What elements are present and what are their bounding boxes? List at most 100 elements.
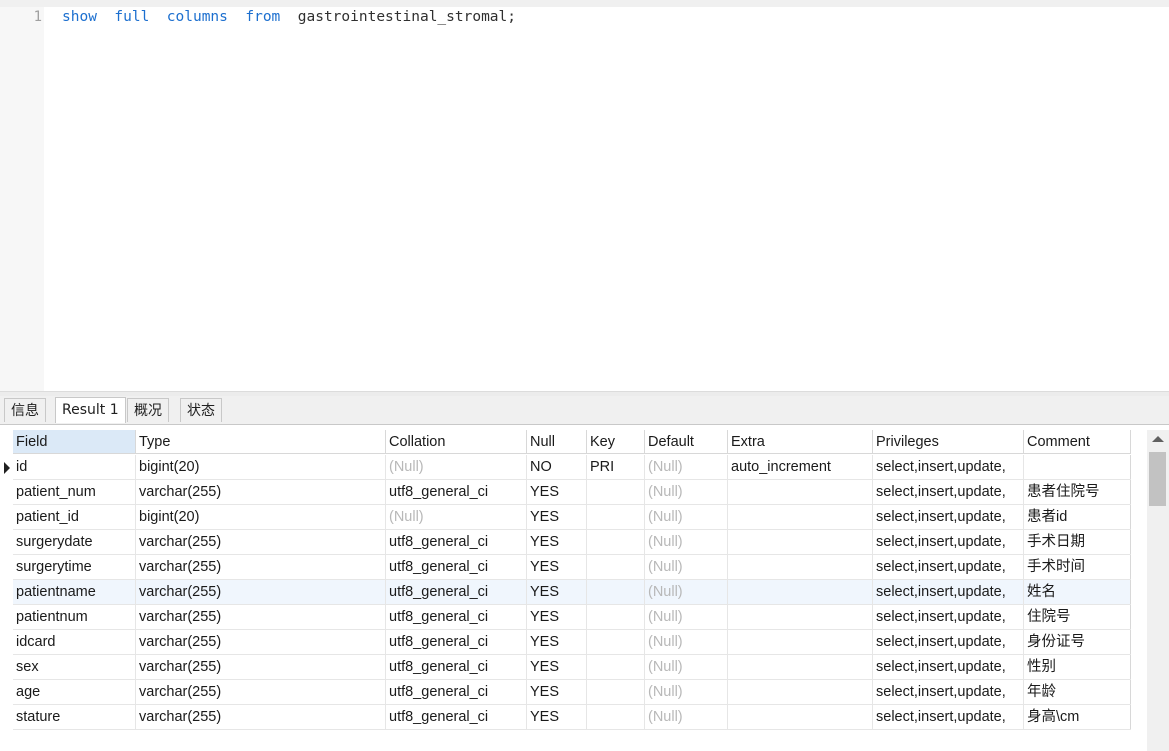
- cell-collation[interactable]: (Null): [386, 505, 527, 529]
- cell-field[interactable]: stature: [13, 705, 136, 729]
- header-collation[interactable]: Collation: [386, 430, 527, 454]
- table-row[interactable]: sex varchar(255) utf8_general_ci YES (Null) s…: [13, 655, 1131, 680]
- table-row[interactable]: age varchar(255) utf8_general_ci YES (Null) s…: [13, 680, 1131, 705]
- cell-privileges[interactable]: select,insert,update,: [873, 480, 1024, 504]
- cell-extra[interactable]: [728, 630, 873, 654]
- cell-null[interactable]: YES: [527, 630, 587, 654]
- cell-privileges[interactable]: select,insert,update,: [873, 505, 1024, 529]
- cell-null[interactable]: YES: [527, 480, 587, 504]
- cell-type[interactable]: varchar(255): [136, 605, 386, 629]
- table-row[interactable]: idcard varchar(255) utf8_general_ci YES (Nul…: [13, 630, 1131, 655]
- tab-status[interactable]: 状态: [180, 398, 222, 422]
- cell-default[interactable]: (Null): [645, 630, 728, 654]
- cell-type[interactable]: varchar(255): [136, 655, 386, 679]
- cell-default[interactable]: (Null): [645, 480, 728, 504]
- tab-result-1[interactable]: Result 1: [55, 397, 126, 423]
- cell-type[interactable]: varchar(255): [136, 555, 386, 579]
- cell-key[interactable]: [587, 555, 645, 579]
- cell-type[interactable]: bigint(20): [136, 505, 386, 529]
- cell-field[interactable]: surgerydate: [13, 530, 136, 554]
- cell-comment[interactable]: 姓名: [1024, 580, 1131, 604]
- sql-editor[interactable]: 1 show full columns from gastrointestina…: [0, 7, 1169, 391]
- cell-comment[interactable]: 患者id: [1024, 505, 1131, 529]
- cell-key[interactable]: [587, 630, 645, 654]
- cell-privileges[interactable]: select,insert,update,: [873, 655, 1024, 679]
- cell-comment[interactable]: 身份证号: [1024, 630, 1131, 654]
- cell-default[interactable]: (Null): [645, 555, 728, 579]
- cell-field[interactable]: surgerytime: [13, 555, 136, 579]
- cell-extra[interactable]: [728, 605, 873, 629]
- cell-default[interactable]: (Null): [645, 705, 728, 729]
- cell-field[interactable]: patientnum: [13, 605, 136, 629]
- table-row[interactable]: patient_num varchar(255) utf8_general_ci YE…: [13, 480, 1131, 505]
- cell-privileges[interactable]: select,insert,update,: [873, 555, 1024, 579]
- cell-key[interactable]: [587, 530, 645, 554]
- cell-default[interactable]: (Null): [645, 655, 728, 679]
- cell-extra[interactable]: [728, 530, 873, 554]
- cell-collation[interactable]: utf8_general_ci: [386, 580, 527, 604]
- cell-null[interactable]: YES: [527, 530, 587, 554]
- cell-type[interactable]: varchar(255): [136, 580, 386, 604]
- cell-extra[interactable]: [728, 580, 873, 604]
- cell-null[interactable]: YES: [527, 605, 587, 629]
- header-extra[interactable]: Extra: [728, 430, 873, 454]
- cell-privileges[interactable]: select,insert,update,: [873, 680, 1024, 704]
- cell-type[interactable]: varchar(255): [136, 630, 386, 654]
- table-row[interactable]: patientname varchar(255) utf8_general_ci YE…: [13, 580, 1131, 605]
- cell-collation[interactable]: utf8_general_ci: [386, 680, 527, 704]
- cell-comment[interactable]: 性别: [1024, 655, 1131, 679]
- cell-privileges[interactable]: select,insert,update,: [873, 605, 1024, 629]
- cell-type[interactable]: bigint(20): [136, 455, 386, 479]
- cell-comment[interactable]: [1024, 455, 1131, 479]
- table-row[interactable]: stature varchar(255) utf8_general_ci YES (Nu…: [13, 705, 1131, 730]
- table-row[interactable]: id bigint(20) (Null) NO PRI (Null) auto_increm…: [13, 455, 1131, 480]
- result-grid[interactable]: Field Type Collation Null Key Default Ex…: [0, 425, 1147, 751]
- cell-extra[interactable]: [728, 480, 873, 504]
- header-default[interactable]: Default: [645, 430, 728, 454]
- cell-field[interactable]: age: [13, 680, 136, 704]
- cell-comment[interactable]: 身高\cm: [1024, 705, 1131, 729]
- cell-key[interactable]: [587, 680, 645, 704]
- table-row[interactable]: patientnum varchar(255) utf8_general_ci YES…: [13, 605, 1131, 630]
- cell-privileges[interactable]: select,insert,update,: [873, 455, 1024, 479]
- cell-key[interactable]: [587, 505, 645, 529]
- cell-null[interactable]: NO: [527, 455, 587, 479]
- cell-extra[interactable]: [728, 705, 873, 729]
- table-row[interactable]: patient_id bigint(20) (Null) YES (Null) selec…: [13, 505, 1131, 530]
- tab-overview[interactable]: 概况: [127, 398, 169, 422]
- cell-collation[interactable]: utf8_general_ci: [386, 555, 527, 579]
- cell-field[interactable]: id: [13, 455, 136, 479]
- cell-default[interactable]: (Null): [645, 530, 728, 554]
- cell-field[interactable]: patientname: [13, 580, 136, 604]
- cell-key[interactable]: PRI: [587, 455, 645, 479]
- cell-extra[interactable]: [728, 555, 873, 579]
- header-comment[interactable]: Comment: [1024, 430, 1131, 454]
- vertical-scrollbar[interactable]: [1147, 430, 1169, 751]
- cell-extra[interactable]: auto_increment: [728, 455, 873, 479]
- cell-null[interactable]: YES: [527, 705, 587, 729]
- cell-default[interactable]: (Null): [645, 605, 728, 629]
- cell-field[interactable]: idcard: [13, 630, 136, 654]
- cell-collation[interactable]: utf8_general_ci: [386, 605, 527, 629]
- cell-default[interactable]: (Null): [645, 455, 728, 479]
- cell-null[interactable]: YES: [527, 505, 587, 529]
- cell-null[interactable]: YES: [527, 555, 587, 579]
- header-field[interactable]: Field: [13, 430, 136, 454]
- scroll-up-arrow-icon[interactable]: [1152, 436, 1164, 442]
- cell-key[interactable]: [587, 580, 645, 604]
- cell-privileges[interactable]: select,insert,update,: [873, 705, 1024, 729]
- cell-collation[interactable]: utf8_general_ci: [386, 480, 527, 504]
- cell-key[interactable]: [587, 480, 645, 504]
- table-row[interactable]: surgerytime varchar(255) utf8_general_ci YE…: [13, 555, 1131, 580]
- cell-key[interactable]: [587, 655, 645, 679]
- cell-comment[interactable]: 患者住院号: [1024, 480, 1131, 504]
- header-privileges[interactable]: Privileges: [873, 430, 1024, 454]
- cell-comment[interactable]: 年龄: [1024, 680, 1131, 704]
- cell-default[interactable]: (Null): [645, 580, 728, 604]
- cell-extra[interactable]: [728, 655, 873, 679]
- sql-code-line[interactable]: show full columns from gastrointestinal_…: [62, 9, 516, 25]
- header-type[interactable]: Type: [136, 430, 386, 454]
- cell-collation[interactable]: utf8_general_ci: [386, 655, 527, 679]
- cell-key[interactable]: [587, 705, 645, 729]
- header-null[interactable]: Null: [527, 430, 587, 454]
